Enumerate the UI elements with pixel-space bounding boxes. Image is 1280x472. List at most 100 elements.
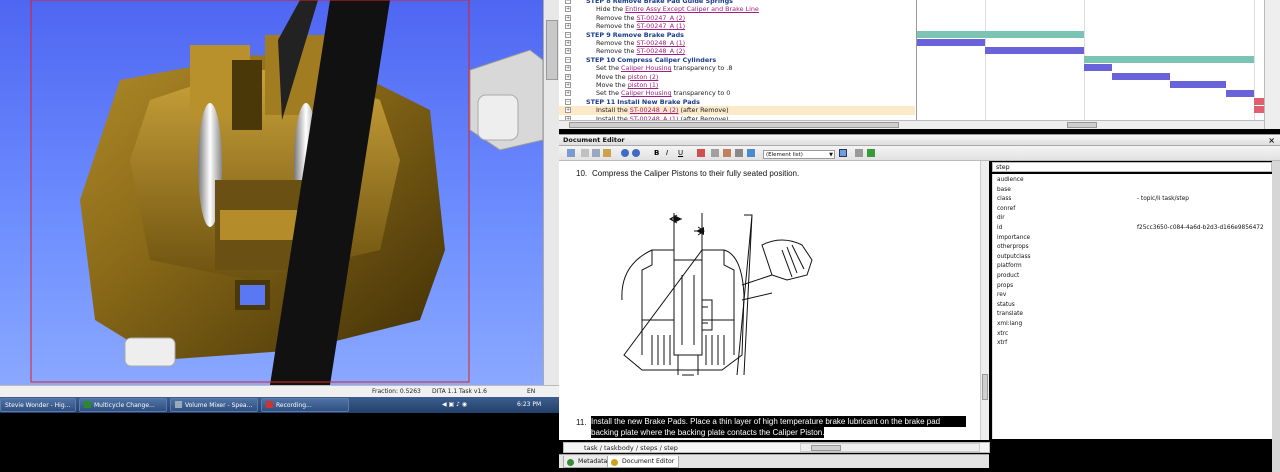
property-row[interactable]: translate: [993, 310, 1273, 320]
property-value[interactable]: f25cc3650-c084-4a6d-b2d3-d166e9856472: [1137, 224, 1264, 234]
gantt-bar[interactable]: [917, 39, 985, 46]
tree-step-row[interactable]: − STEP 10 Compress Caliper Cylinders: [559, 56, 915, 64]
gantt-horizontal-scrollbar[interactable]: [917, 120, 1264, 129]
expand-icon[interactable]: +: [565, 73, 571, 80]
expand-icon[interactable]: +: [565, 23, 571, 30]
expand-icon[interactable]: +: [565, 107, 571, 114]
part-link[interactable]: Caliper Housing: [621, 64, 672, 72]
tree-action-row[interactable]: + Install the ST-00248_A (2) (after Remov…: [559, 106, 915, 115]
expand-icon[interactable]: +: [565, 65, 571, 72]
taskbar-item-multicycle[interactable]: Multicycle Change...: [79, 398, 167, 412]
save-icon[interactable]: [567, 149, 575, 157]
property-row[interactable]: platform: [993, 262, 1273, 272]
property-row[interactable]: product: [993, 272, 1273, 282]
collapse-icon[interactable]: −: [565, 0, 571, 4]
tab-metadata[interactable]: Metadata: [563, 456, 613, 468]
expand-icon[interactable]: +: [565, 48, 571, 55]
tree-action-row[interactable]: + Remove the ST-00248_A (2): [559, 47, 915, 55]
redo-icon[interactable]: [632, 149, 640, 157]
image-icon[interactable]: [747, 149, 755, 157]
property-row[interactable]: outputclass: [993, 253, 1273, 263]
property-row[interactable]: id f25cc3650-c084-4a6d-b2d3-d166e9856472: [993, 224, 1273, 234]
expand-icon[interactable]: +: [565, 14, 571, 21]
expand-icon[interactable]: +: [565, 40, 571, 46]
taskbar-item-volume-mixer[interactable]: Volume Mixer - Spea...: [170, 398, 258, 412]
selected-step-text-line2[interactable]: backing plate where the backing plate co…: [591, 427, 825, 438]
taskbar-item-music[interactable]: Stevie Wonder - Hig...: [0, 398, 76, 412]
collapse-icon[interactable]: −: [565, 31, 571, 38]
property-row[interactable]: xtrf: [993, 339, 1273, 349]
underline-icon[interactable]: U: [678, 149, 686, 157]
property-row[interactable]: importance: [993, 234, 1273, 244]
procedure-step-tree[interactable]: − STEP 8 Remove Brake Pad Guide Springs + H…: [559, 0, 917, 120]
selected-step-text-line1[interactable]: Install the new Brake Pads. Place a thin…: [591, 416, 966, 427]
list-icon[interactable]: [711, 149, 719, 157]
format-icon[interactable]: [697, 149, 705, 157]
bold-icon[interactable]: B: [654, 149, 662, 157]
part-link[interactable]: Entire Assy Except Caliper and Brake Lin…: [625, 5, 759, 13]
timeline-gantt[interactable]: [917, 0, 1264, 120]
document-horizontal-scrollbar[interactable]: [800, 443, 980, 452]
tree-action-row[interactable]: + Set the Caliper Housing transparency to…: [559, 89, 915, 97]
link-icon[interactable]: [735, 149, 743, 157]
part-link[interactable]: ST-00248_A (2): [636, 47, 685, 55]
part-link[interactable]: ST-00247_A (1): [636, 22, 685, 30]
tree-action-row[interactable]: + Move the piston (2): [559, 73, 915, 81]
part-link[interactable]: piston (2): [628, 73, 659, 81]
taskbar-item-recording[interactable]: Recording...: [261, 398, 349, 412]
validate-icon[interactable]: [867, 149, 875, 157]
tree-step-row[interactable]: − STEP 11 Install New Brake Pads: [559, 98, 915, 106]
insert-icon[interactable]: [723, 149, 731, 157]
gantt-bar[interactable]: [1084, 64, 1112, 71]
property-row[interactable]: rev: [993, 291, 1273, 301]
gantt-bar[interactable]: [1254, 98, 1264, 105]
cut-icon[interactable]: [581, 149, 589, 157]
property-row[interactable]: conref: [993, 205, 1273, 215]
property-row[interactable]: xtrc: [993, 330, 1273, 340]
tree-action-row[interactable]: + Set the Caliper Housing transparency to…: [559, 64, 915, 72]
tree-action-row[interactable]: + Move the piston (1): [559, 81, 915, 89]
property-row[interactable]: audience: [993, 176, 1273, 186]
gantt-bar[interactable]: [1112, 73, 1170, 80]
viewport-vertical-scrollbar[interactable]: [543, 0, 559, 385]
undo-icon[interactable]: [621, 149, 629, 157]
panel-splitter[interactable]: [1272, 161, 1280, 472]
expand-icon[interactable]: +: [565, 6, 571, 13]
3d-viewport[interactable]: [0, 0, 543, 385]
part-link[interactable]: ST-00248_A (2): [630, 106, 679, 114]
part-link[interactable]: Caliper Housing: [621, 89, 672, 97]
gantt-vertical-scrollbar[interactable]: [1264, 0, 1280, 129]
copy-icon[interactable]: [592, 149, 600, 157]
document-vertical-scrollbar[interactable]: [980, 161, 989, 440]
gantt-bar[interactable]: [1084, 56, 1254, 63]
property-value[interactable]: - topic/li task/step: [1137, 195, 1189, 205]
gantt-bar[interactable]: [985, 47, 1084, 54]
tree-horizontal-scrollbar[interactable]: [559, 120, 917, 129]
tree-action-row[interactable]: + Remove the ST-00248_A (1): [559, 39, 915, 47]
gantt-bar[interactable]: [1254, 106, 1264, 113]
gantt-bar[interactable]: [917, 31, 1084, 38]
tab-document-editor[interactable]: Document Editor: [607, 456, 680, 468]
gantt-bar[interactable]: [1170, 81, 1226, 88]
expand-icon[interactable]: +: [565, 82, 571, 88]
property-row[interactable]: props: [993, 282, 1273, 292]
step-text[interactable]: Compress the Caliper Pistons to their fu…: [592, 168, 799, 179]
property-row[interactable]: base: [993, 186, 1273, 196]
collapse-icon[interactable]: −: [565, 56, 571, 63]
part-link[interactable]: ST-00248_A (1): [636, 39, 685, 47]
expand-icon[interactable]: +: [565, 90, 571, 97]
tree-action-row[interactable]: + Remove the ST-00247_A (2): [559, 14, 915, 22]
element-list-dropdown[interactable]: (Element list) ▼: [763, 150, 835, 159]
collapse-icon[interactable]: −: [565, 98, 571, 105]
tree-action-row[interactable]: + Hide the Entire Assy Except Caliper and…: [559, 5, 915, 13]
property-row[interactable]: dir: [993, 214, 1273, 224]
property-row[interactable]: class - topic/li task/step: [993, 195, 1273, 205]
tray-icons[interactable]: ◀ ▣ ♪ ◉: [442, 397, 467, 413]
tree-step-row[interactable]: − STEP 9 Remove Brake Pads: [559, 31, 915, 39]
close-icon[interactable]: ×: [1268, 135, 1275, 146]
toggle-view-icon[interactable]: [839, 149, 847, 157]
clock[interactable]: 6:23 PM: [517, 397, 541, 413]
property-row[interactable]: status: [993, 301, 1273, 311]
part-link[interactable]: piston (1): [628, 81, 659, 89]
paste-icon[interactable]: [603, 149, 611, 157]
